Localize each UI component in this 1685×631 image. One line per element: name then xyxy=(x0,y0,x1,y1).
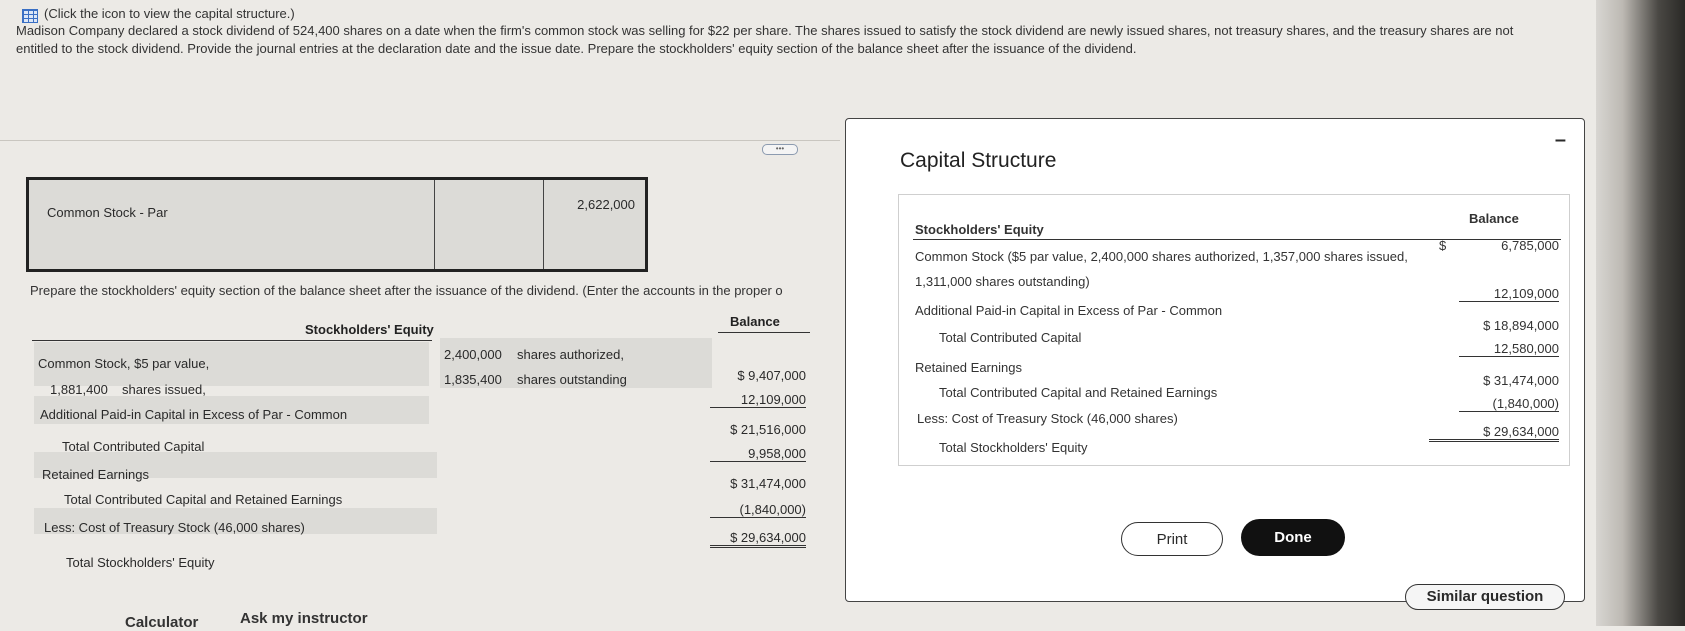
value-common-stock[interactable]: $ 9,407,000 xyxy=(710,368,806,383)
outstanding-label: shares outstanding xyxy=(517,372,627,387)
capital-structure-table: Stockholders' Equity Balance Common Stoc… xyxy=(898,194,1570,466)
authorized-value[interactable]: 2,400,000 xyxy=(444,347,502,362)
print-button[interactable]: Print xyxy=(1121,522,1223,556)
popup-tse-value: $ 29,634,000 xyxy=(1429,424,1559,442)
common-stock-label: Common Stock, $5 par value, xyxy=(38,356,210,371)
authorized-label: shares authorized, xyxy=(517,347,624,362)
popup-common-value: 6,785,000 xyxy=(1501,238,1559,253)
value-total-se[interactable]: $ 29,634,000 xyxy=(710,530,806,548)
total-contributed-label: Total Contributed Capital xyxy=(62,439,205,454)
value-treasury[interactable]: (1,840,000) xyxy=(710,502,806,518)
popup-common-dollar: $ xyxy=(1439,238,1447,253)
section-divider xyxy=(0,140,840,141)
value-retained-earnings[interactable]: 9,958,000 xyxy=(710,446,806,462)
popup-tcc-value: $ 18,894,000 xyxy=(1483,318,1559,333)
journal-credit-value[interactable]: 2,622,000 xyxy=(577,197,635,212)
popup-tccre-value: $ 31,474,000 xyxy=(1483,373,1559,388)
calculator-link[interactable]: Calculator xyxy=(125,614,198,631)
treasury-label: Less: Cost of Treasury Stock (46,000 sha… xyxy=(44,520,305,535)
retained-earnings-label: Retained Earnings xyxy=(42,467,149,482)
similar-question-button[interactable]: Similar question xyxy=(1405,584,1565,610)
popup-apic-value: 12,109,000 xyxy=(1459,286,1559,302)
popup-tccre-label: Total Contributed Capital and Retained E… xyxy=(939,385,1218,400)
value-total-cc-re[interactable]: $ 31,474,000 xyxy=(710,476,806,491)
popup-re-value: 12,580,000 xyxy=(1459,341,1559,357)
popup-tse-label: Total Stockholders' Equity xyxy=(939,440,1088,455)
popup-apic-label: Additional Paid-in Capital in Excess of … xyxy=(915,303,1223,318)
popup-balance-header: Balance xyxy=(1469,211,1519,226)
journal-account: Common Stock - Par xyxy=(47,205,168,220)
popup-treasury-label: Less: Cost of Treasury Stock (46,000 sha… xyxy=(917,411,1178,426)
total-cc-re-label: Total Contributed Capital and Retained E… xyxy=(64,492,343,507)
popup-title: Capital Structure xyxy=(900,149,1057,172)
journal-debit-cell[interactable] xyxy=(434,180,544,269)
balance-header: Balance xyxy=(730,314,780,329)
popup-re-label: Retained Earnings xyxy=(915,360,1022,375)
value-total-contributed[interactable]: $ 21,516,000 xyxy=(710,422,806,437)
problem-statement: Madison Company declared a stock dividen… xyxy=(16,23,1514,56)
journal-account-cell[interactable]: Common Stock - Par xyxy=(29,180,435,269)
popup-treasury-value: (1,840,000) xyxy=(1459,396,1559,412)
apic-label: Additional Paid-in Capital in Excess of … xyxy=(40,407,348,422)
popup-tcc-label: Total Contributed Capital xyxy=(939,330,1082,345)
issued-value[interactable]: 1,881,400 xyxy=(50,382,108,397)
issued-label: shares issued, xyxy=(122,382,206,397)
popup-common-line2: 1,311,000 shares outstanding) xyxy=(915,274,1090,289)
value-apic[interactable]: 12,109,000 xyxy=(710,392,806,408)
popup-equity-header: Stockholders' Equity xyxy=(915,222,1044,237)
popup-common-line1: Common Stock ($5 par value, 2,400,000 sh… xyxy=(915,249,1408,264)
equity-header-rule xyxy=(32,340,432,341)
journal-entry-table: Common Stock - Par 2,622,000 xyxy=(26,177,648,272)
done-button[interactable]: Done xyxy=(1241,519,1345,556)
capital-structure-popup: Capital Structure – Stockholders' Equity… xyxy=(845,118,1585,602)
minimize-icon[interactable]: – xyxy=(1555,129,1566,152)
ask-instructor-link[interactable]: Ask my instructor xyxy=(240,610,368,627)
prepare-instruction: Prepare the stockholders' equity section… xyxy=(30,283,783,298)
device-edge xyxy=(1596,0,1685,626)
equity-header: Stockholders' Equity xyxy=(305,322,434,337)
expand-dots-button[interactable]: ••• xyxy=(762,144,798,155)
outstanding-value[interactable]: 1,835,400 xyxy=(444,372,502,387)
total-se-label: Total Stockholders' Equity xyxy=(66,555,215,570)
capital-structure-grid-icon[interactable] xyxy=(22,9,38,23)
capital-structure-hint[interactable]: (Click the icon to view the capital stru… xyxy=(44,6,295,21)
balance-header-rule xyxy=(718,332,810,333)
